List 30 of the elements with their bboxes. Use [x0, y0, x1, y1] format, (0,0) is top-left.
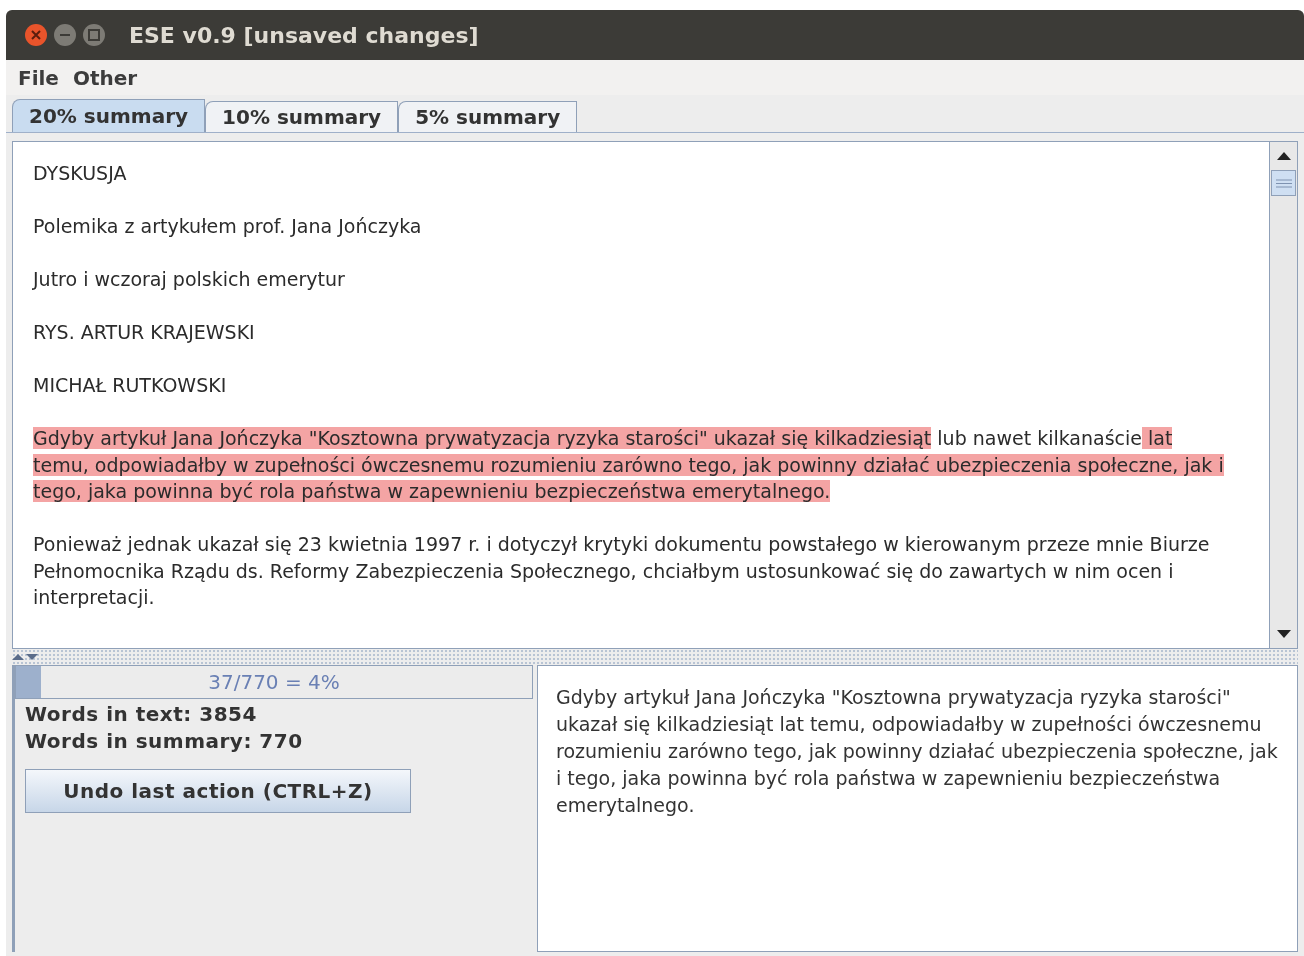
scroll-thumb[interactable] — [1271, 170, 1296, 196]
tab[interactable]: 10% summary — [205, 101, 399, 132]
undo-button[interactable]: Undo last action (CTRL+Z) — [25, 769, 411, 813]
maximize-icon[interactable] — [82, 23, 106, 47]
summary-area[interactable] — [537, 665, 1298, 952]
stat-label: Words in text: 3854 — [25, 701, 258, 728]
paragraph: Ponieważ jednak ukazał się 23 kwietnia 1997 r. i dotyczył krytyki dokumentu powstałego w kierowanym przeze mnie Biurze Pełnomocnika Rządu ds. Reformy Zabezpieczenia Społecznego, chciałbym ustosunkować się do zawartych w nim ocen i interpretacji. — [33, 532, 1211, 610]
up-arrow-icon — [1276, 152, 1291, 160]
down-arrow-icon[interactable] — [26, 653, 38, 661]
scrollbar[interactable] — [1269, 142, 1297, 648]
down-arrow-icon — [1276, 630, 1291, 638]
tab[interactable]: 20% summary — [12, 99, 206, 132]
paragraph: RYS. ARTUR KRAJEWSKI — [33, 320, 256, 345]
stat-label: Words in summary: 770 — [25, 728, 304, 755]
menu-item[interactable]: File — [14, 62, 63, 93]
paragraph: Jutro i wczoraj polskich emerytur — [33, 267, 346, 292]
paragraph: Gdyby artykuł Jana Jończyka "Kosztowna prywatyzacja ryzyka starości" ukazał się kilkadziesiąt lub nawet kilkanaście lat temu, odpowiadałby w zupełności ówczesnemu rozumieniu zarówno tego, jak powinny działać ubezpieczenia społeczne, jak i tego, jaka powinna być rola państwa w zapewnieniu bezpieczeństwa emerytalnego. — [33, 426, 1225, 504]
close-icon[interactable] — [24, 23, 48, 47]
paragraph: Polemika z artykułem prof. Jana Jończyka — [33, 214, 423, 239]
progress-label: 37/770 = 4% — [208, 669, 340, 696]
text-area[interactable] — [12, 141, 1298, 649]
up-arrow-icon[interactable] — [12, 653, 24, 661]
menu-item[interactable]: Other — [68, 62, 142, 93]
summary-text: Gdyby artykuł Jana Jończyka "Kosztowna prywatyzacja ryzyka starości" ukazał się kilkadziesiąt lat temu, odpowiadałby w zupełności ówczesnemu rozumieniu zarówno tego, jak powinny działać ubezpieczenia społeczne, jak i tego, jaka powinna być rola państwa w zapewnieniu bezpieczeństwa emerytalnego. — [556, 685, 1279, 818]
paragraph: DYSKUSJA — [33, 161, 128, 186]
window-title: ESE v0.9 [unsaved changes] — [129, 21, 479, 50]
grip-icon — [1275, 178, 1292, 188]
minimize-icon[interactable] — [53, 23, 77, 47]
paragraph: MICHAŁ RUTKOWSKI — [33, 373, 228, 398]
tab[interactable]: 5% summary — [398, 101, 578, 132]
